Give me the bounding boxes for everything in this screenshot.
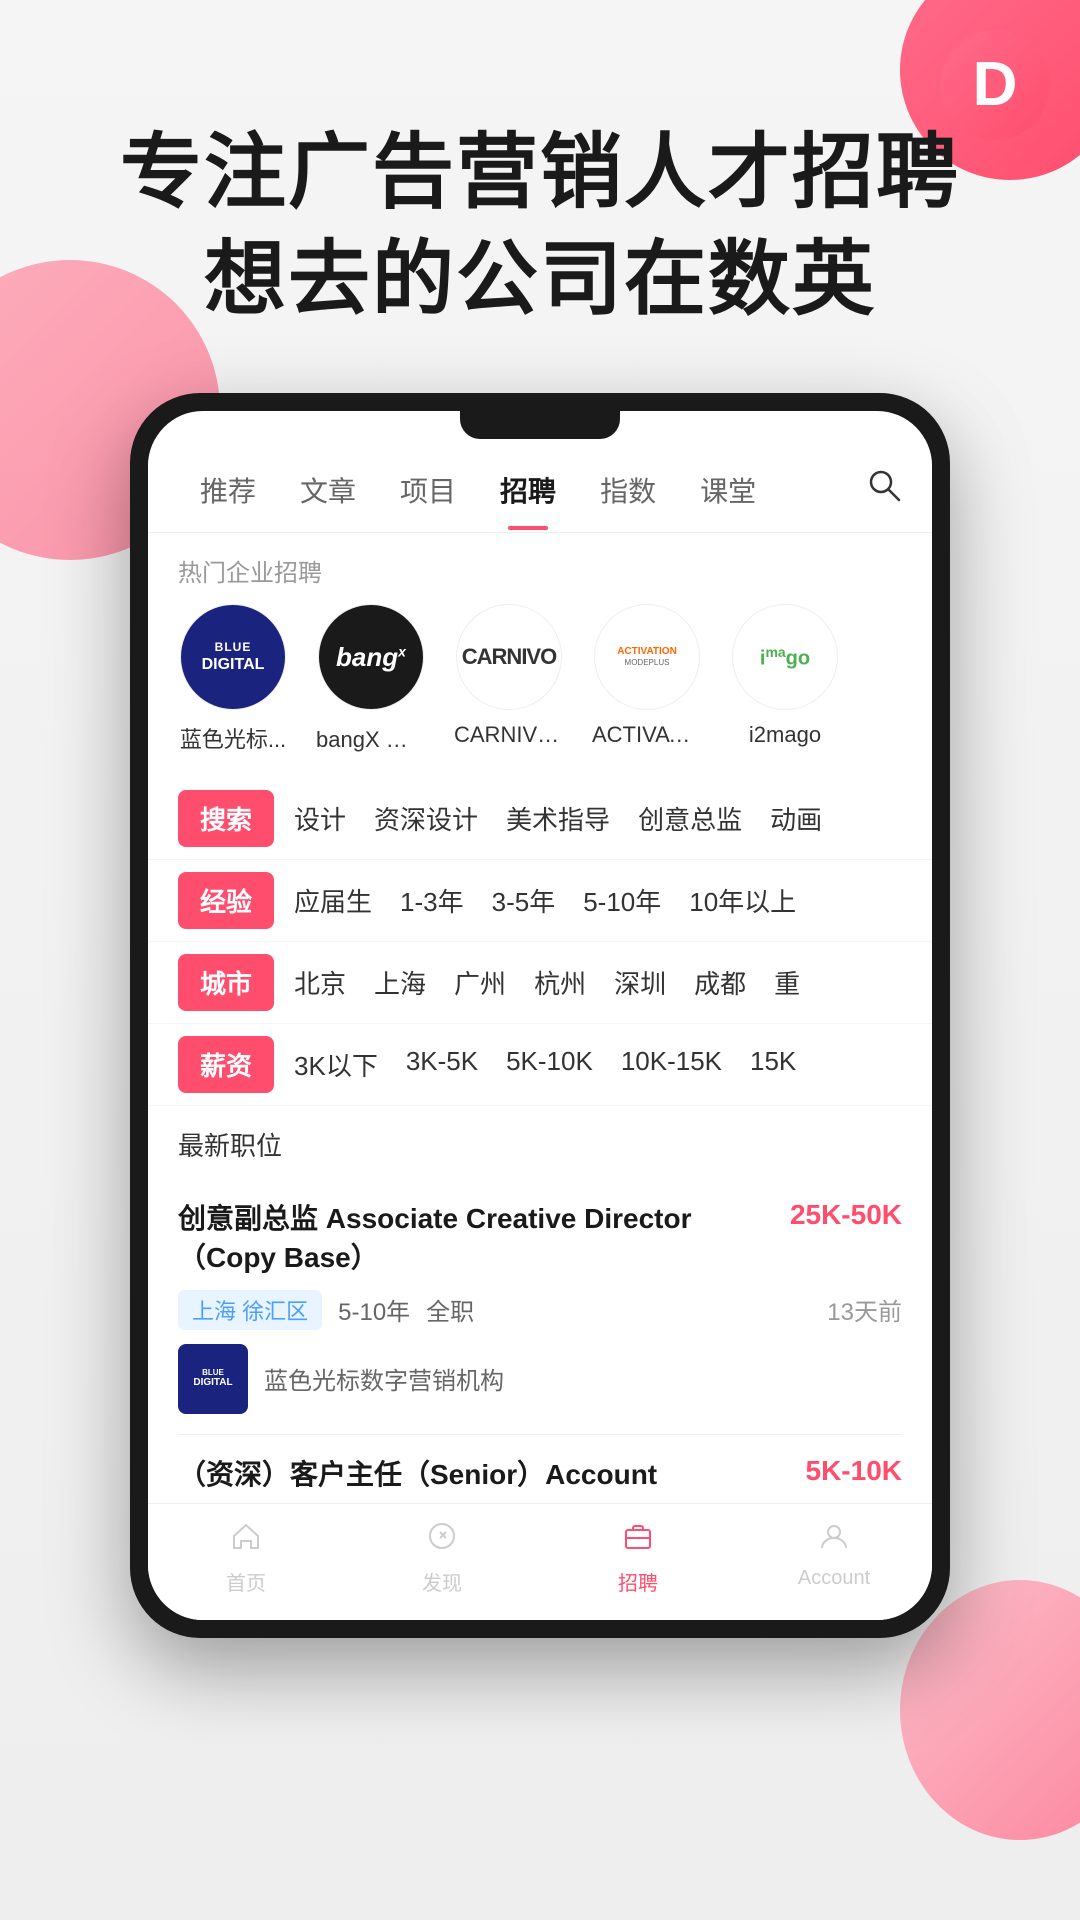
filter-badge-experience[interactable]: 经验 [178, 872, 274, 929]
filter-option-chengdu[interactable]: 成都 [694, 964, 746, 1001]
filter-option-3-5[interactable]: 3-5年 [492, 882, 556, 919]
job-card-1[interactable]: 创意副总监 Associate Creative Director（Copy B… [178, 1179, 902, 1434]
company-item-activation[interactable]: ACTIVATION MODEPLUS ACTIVATIO... [592, 604, 702, 754]
job-experience-1: 5-10年 [338, 1292, 410, 1327]
filter-option-1-3[interactable]: 1-3年 [400, 882, 464, 919]
job-salary-1: 25K-50K [790, 1199, 902, 1231]
job-salary-2: 5K-10K [806, 1455, 902, 1487]
company-logo-blue-digital: BLUE DIGITAL [180, 604, 286, 710]
filter-option-beijing[interactable]: 北京 [294, 964, 346, 1001]
filter-option-5k-10k[interactable]: 5K-10K [506, 1046, 593, 1083]
tab-recommend[interactable]: 推荐 [178, 470, 278, 530]
job-company-name-1: 蓝色光标数字营销机构 [264, 1361, 504, 1396]
filter-options-search: 设计 资深设计 美术指导 创意总监 动画 [294, 800, 902, 837]
tab-course[interactable]: 课堂 [678, 470, 778, 530]
tab-index[interactable]: 指数 [578, 470, 678, 530]
company-item-blue-digital[interactable]: BLUE DIGITAL 蓝色光标... [178, 604, 288, 754]
filter-options-salary: 3K以下 3K-5K 5K-10K 10K-15K 15K [294, 1046, 902, 1083]
job-company-logo-1: BLUE DIGITAL [178, 1344, 248, 1414]
filter-badge-salary[interactable]: 薪资 [178, 1036, 274, 1093]
companies-section-label: 热门企业招聘 [148, 533, 932, 604]
filter-options-experience: 应届生 1-3年 3-5年 5-10年 10年以上 [294, 882, 902, 919]
tab-article[interactable]: 文章 [278, 470, 378, 530]
background: D 专注广告营销人才招聘 想去的公司在数英 推荐 文章 项目 招聘 指数 [0, 0, 1080, 1920]
bottom-nav-account[interactable]: Account [736, 1520, 932, 1596]
company-logo-i2mago: imago [732, 604, 838, 710]
bottom-nav-account-label: Account [798, 1567, 870, 1590]
company-name-i2mago: i2mago [749, 722, 821, 748]
tab-project[interactable]: 项目 [378, 470, 478, 530]
bottom-nav: 首页 发现 [148, 1503, 932, 1620]
filter-option-creative-director[interactable]: 创意总监 [638, 800, 742, 837]
bottom-nav-jobs[interactable]: 招聘 [540, 1520, 736, 1596]
hero-section: 专注广告营销人才招聘 想去的公司在数英 [0, 0, 1080, 333]
filter-option-senior-design[interactable]: 资深设计 [374, 800, 478, 837]
filter-option-art-director[interactable]: 美术指导 [506, 800, 610, 837]
company-name-bangx: bangX 上海 [316, 722, 426, 754]
filter-row-city: 城市 北京 上海 广州 杭州 深圳 成都 重 [148, 942, 932, 1024]
company-item-i2mago[interactable]: imago i2mago [730, 604, 840, 754]
bottom-nav-home-label: 首页 [226, 1567, 266, 1596]
tab-jobs[interactable]: 招聘 [478, 470, 578, 530]
filter-option-chongqing[interactable]: 重 [774, 964, 800, 1001]
hero-title: 专注广告营销人才招聘 想去的公司在数英 [60, 120, 1020, 333]
filter-option-fresh[interactable]: 应届生 [294, 882, 372, 919]
company-logo-carnivo: CARNIVO [456, 604, 562, 710]
filter-option-hangzhou[interactable]: 杭州 [534, 964, 586, 1001]
filter-row-search: 搜索 设计 资深设计 美术指导 创意总监 动画 [148, 778, 932, 860]
phone-mockup: 推荐 文章 项目 招聘 指数 课堂 [130, 393, 950, 1638]
bottom-nav-discover-label: 发现 [422, 1567, 462, 1596]
job-type-1: 全职 [426, 1292, 474, 1327]
phone-notch [460, 411, 620, 439]
filter-row-salary: 薪资 3K以下 3K-5K 5K-10K 10K-15K 15K [148, 1024, 932, 1106]
app-logo-letter: D [973, 54, 1018, 116]
filter-badge-city[interactable]: 城市 [178, 954, 274, 1011]
discover-icon [426, 1520, 458, 1561]
company-name-activation: ACTIVATIO... [592, 722, 702, 748]
job-time-1: 13天前 [827, 1292, 902, 1327]
bottom-nav-home[interactable]: 首页 [148, 1520, 344, 1596]
company-name-carnivo: CARNIVO... [454, 722, 564, 748]
search-icon[interactable] [866, 467, 902, 532]
job-title-row-1: 创意副总监 Associate Creative Director（Copy B… [178, 1199, 902, 1277]
filter-option-3k-below[interactable]: 3K以下 [294, 1046, 378, 1083]
filter-option-design[interactable]: 设计 [294, 800, 346, 837]
filter-option-10k-15k[interactable]: 10K-15K [621, 1046, 722, 1083]
filter-row-experience: 经验 应届生 1-3年 3-5年 5-10年 10年以上 [148, 860, 932, 942]
filter-option-3k-5k[interactable]: 3K-5K [406, 1046, 478, 1083]
home-icon [230, 1520, 262, 1561]
jobs-section-title: 最新职位 [178, 1126, 902, 1163]
phone-outer: 推荐 文章 项目 招聘 指数 课堂 [130, 393, 950, 1638]
filter-option-shenzhen[interactable]: 深圳 [614, 964, 666, 1001]
filter-option-animation[interactable]: 动画 [770, 800, 822, 837]
filter-options-city: 北京 上海 广州 杭州 深圳 成都 重 [294, 964, 902, 1001]
company-logo-activation: ACTIVATION MODEPLUS [594, 604, 700, 710]
filter-option-5-10[interactable]: 5-10年 [583, 882, 661, 919]
phone-inner: 推荐 文章 项目 招聘 指数 课堂 [148, 411, 932, 1620]
filter-option-guangzhou[interactable]: 广州 [454, 964, 506, 1001]
filter-option-15k[interactable]: 15K [750, 1046, 796, 1083]
account-icon [818, 1520, 850, 1561]
jobs-icon [622, 1520, 654, 1561]
companies-scroll: BLUE DIGITAL 蓝色光标... bangx bangX 上海 [148, 604, 932, 778]
filter-option-10plus[interactable]: 10年以上 [689, 882, 796, 919]
bottom-nav-discover[interactable]: 发现 [344, 1520, 540, 1596]
filter-option-shanghai[interactable]: 上海 [374, 964, 426, 1001]
phone-content: 推荐 文章 项目 招聘 指数 课堂 [148, 439, 932, 1620]
job-company-row-1: BLUE DIGITAL 蓝色光标数字营销机构 [178, 1344, 902, 1414]
company-name-blue-digital: 蓝色光标... [180, 722, 286, 754]
filter-badge-search[interactable]: 搜索 [178, 790, 274, 847]
company-item-carnivo[interactable]: CARNIVO CARNIVO... [454, 604, 564, 754]
company-item-bangx[interactable]: bangx bangX 上海 [316, 604, 426, 754]
job-location-1: 上海 徐汇区 [178, 1290, 322, 1330]
app-logo[interactable]: D [940, 30, 1050, 140]
job-title-1: 创意副总监 Associate Creative Director（Copy B… [178, 1199, 790, 1277]
nav-tabs: 推荐 文章 项目 招聘 指数 课堂 [148, 439, 932, 533]
bottom-nav-jobs-label: 招聘 [618, 1567, 658, 1596]
job-meta-1: 上海 徐汇区 5-10年 全职 13天前 [178, 1290, 902, 1330]
company-logo-bangx: bangx [318, 604, 424, 710]
